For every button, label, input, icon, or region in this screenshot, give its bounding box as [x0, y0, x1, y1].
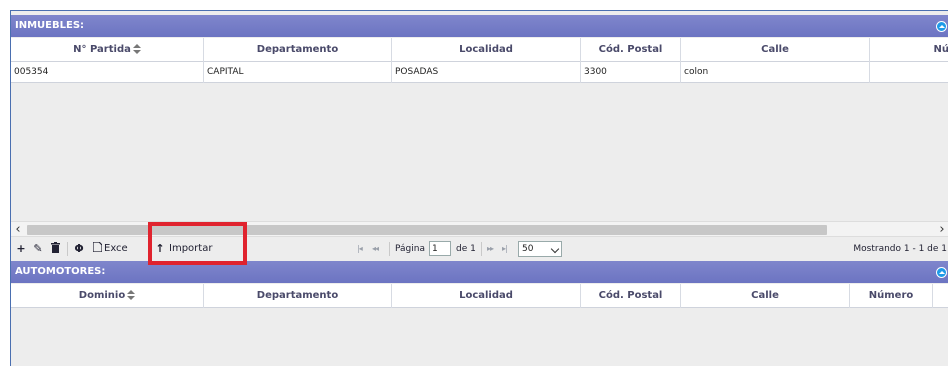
cell-numero — [870, 62, 948, 83]
column-header-numero[interactable]: Nú — [870, 38, 948, 62]
upload-icon[interactable]: ↑ — [154, 242, 166, 256]
prev-page-icon[interactable]: ◂◂ — [372, 242, 379, 256]
cell-calle: colon — [681, 62, 870, 83]
chevron-down-icon — [550, 244, 560, 254]
column-label: Número — [868, 290, 914, 301]
sort-icon — [127, 290, 136, 300]
column-label: Dominio — [78, 290, 126, 301]
cell-localidad: POSADAS — [392, 62, 581, 83]
page-count: de 1 — [456, 244, 476, 254]
rows-per-page-value: 50 — [522, 244, 534, 254]
column-header-dominio[interactable]: Dominio — [11, 284, 204, 308]
table-row[interactable]: 005354 CAPITAL POSADAS 3300 colon — [11, 62, 948, 83]
column-header-partida[interactable]: N° Partida — [11, 38, 204, 62]
collapse-icon[interactable] — [936, 267, 947, 278]
column-label: N° Partida — [73, 44, 131, 55]
column-header-numero[interactable]: Número — [850, 284, 933, 308]
column-label: Localidad — [459, 44, 513, 55]
cell-cod-postal: 3300 — [581, 62, 681, 83]
rows-per-page-select[interactable]: 50 — [518, 241, 562, 257]
excel-icon[interactable] — [91, 241, 103, 256]
inmuebles-panel-header: INMUEBLES: — [11, 15, 948, 37]
column-label: Localidad — [459, 290, 513, 301]
column-label: Cód. Postal — [598, 44, 663, 55]
inmuebles-title: INMUEBLES: — [15, 20, 85, 31]
column-header-calle[interactable]: Calle — [681, 38, 870, 62]
column-header-localidad[interactable]: Localidad — [392, 284, 581, 308]
pager-separator — [389, 242, 390, 256]
column-label: Calle — [761, 44, 789, 55]
chevron-left-icon[interactable]: ‹ — [11, 222, 25, 238]
main-frame: INMUEBLES: N° Partida Departamento Local… — [10, 10, 948, 366]
column-label: Calle — [751, 290, 779, 301]
column-header-calle[interactable]: Calle — [681, 284, 850, 308]
automotores-panel-header: AUTOMOTORES: — [11, 261, 948, 283]
excel-button[interactable]: Exce — [104, 242, 128, 256]
inmuebles-grid-body — [11, 83, 948, 221]
column-header-departamento[interactable]: Departamento — [204, 284, 392, 308]
delete-icon[interactable] — [49, 242, 61, 256]
column-header-cod-postal[interactable]: Cód. Postal — [581, 38, 681, 62]
automotores-column-headers: Dominio Departamento Localidad Cód. Post… — [11, 284, 948, 308]
sort-icon — [132, 44, 141, 54]
last-page-icon[interactable]: ▸| — [502, 242, 508, 256]
pager-status: Mostrando 1 - 1 de 1 — [853, 244, 947, 254]
column-label: Nú — [933, 44, 948, 55]
inmuebles-column-headers: N° Partida Departamento Localidad Cód. P… — [11, 38, 948, 62]
horizontal-scrollbar[interactable]: ‹ › — [11, 221, 948, 237]
chevron-right-icon[interactable]: › — [935, 222, 948, 238]
next-page-icon[interactable]: ▸▸ — [487, 242, 494, 256]
column-label: Departamento — [256, 290, 339, 301]
inmuebles-pager: + ✎ Φ Exce ↑ Importar |◂ ◂◂ Página de 1 … — [11, 237, 948, 261]
column-header-cod-postal[interactable]: Cód. Postal — [581, 284, 681, 308]
collapse-icon[interactable] — [936, 21, 947, 32]
scrollbar-thumb[interactable] — [27, 225, 827, 235]
cell-departamento: CAPITAL — [204, 62, 392, 83]
import-button[interactable]: Importar — [169, 242, 212, 256]
column-label: Cód. Postal — [598, 290, 663, 301]
pager-separator — [481, 242, 482, 256]
edit-icon[interactable]: ✎ — [32, 242, 44, 256]
first-page-icon[interactable]: |◂ — [357, 242, 363, 256]
refresh-icon[interactable]: Φ — [73, 242, 85, 256]
cell-partida: 005354 — [11, 62, 204, 83]
column-header-localidad[interactable]: Localidad — [392, 38, 581, 62]
page-label: Página — [395, 244, 425, 254]
column-label: Departamento — [256, 44, 339, 55]
add-icon[interactable]: + — [15, 242, 27, 256]
automotores-title: AUTOMOTORES: — [15, 266, 106, 277]
toolbar-separator — [67, 242, 68, 256]
column-header-departamento[interactable]: Departamento — [204, 38, 392, 62]
automotores-grid-body — [11, 308, 948, 366]
page-number-input[interactable] — [429, 241, 451, 256]
